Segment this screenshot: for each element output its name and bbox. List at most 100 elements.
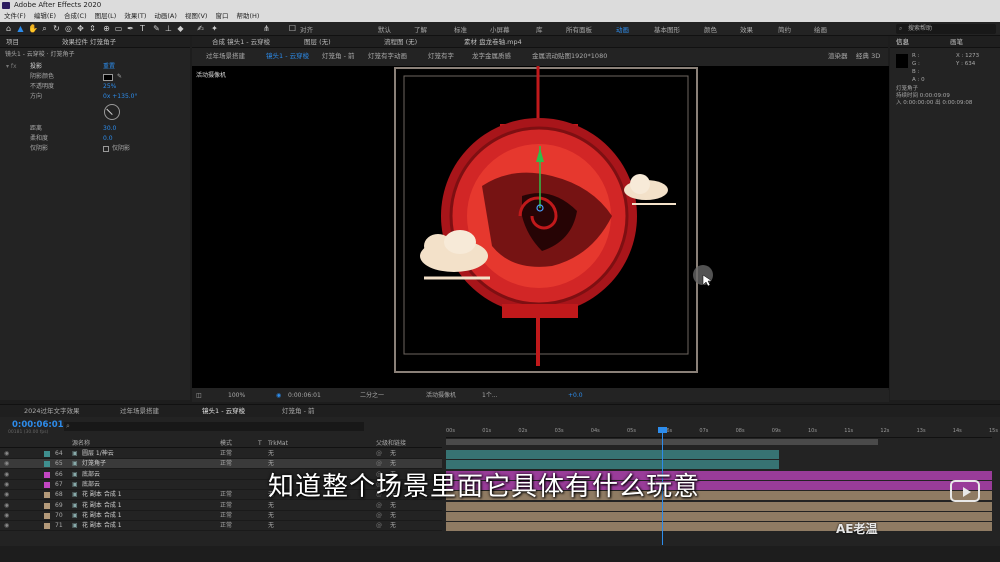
menu-view[interactable]: 视图(V): [185, 11, 208, 22]
layer-label-color[interactable]: [44, 461, 50, 468]
layer-row[interactable]: ◉ 71 ▣ 花 副本 合成 1 正常 无 @ 无: [0, 521, 442, 532]
renderer-value[interactable]: 经典 3D: [856, 49, 880, 63]
tab-info[interactable]: 信息: [896, 38, 909, 46]
col-mode[interactable]: 模式: [220, 439, 232, 448]
snap-icon[interactable]: ⋔: [262, 24, 271, 33]
menu-effect[interactable]: 效果(T): [124, 11, 146, 22]
layer-label-color[interactable]: [44, 451, 50, 457]
layer-name[interactable]: 花 副本 合成 1: [82, 521, 122, 531]
roto-brush-icon[interactable]: ✍: [196, 24, 205, 33]
workspace-paint[interactable]: 绘画: [814, 24, 827, 34]
zoom-dropdown[interactable]: 100%: [228, 390, 245, 402]
prop-opacity[interactable]: 不透明度 25%: [0, 82, 190, 92]
crumb-lantern-front[interactable]: 灯笼角 - 前: [322, 49, 354, 63]
eye-icon[interactable]: ◉: [4, 501, 9, 511]
resolution-dropdown[interactable]: 二分之一: [360, 390, 384, 402]
composition-viewer[interactable]: 活动摄像机: [192, 66, 889, 388]
layer-label-color[interactable]: [44, 523, 50, 530]
layer-trkmat[interactable]: 无: [268, 449, 274, 459]
crumb-dragon-metal[interactable]: 龙字金属质感: [472, 49, 511, 63]
clone-stamp-icon[interactable]: ⊥: [164, 24, 173, 33]
prop-value[interactable]: 25%: [103, 82, 116, 92]
tab-flowchart[interactable]: 流程图 (无): [384, 36, 417, 48]
workspace-animation[interactable]: 动画: [616, 24, 629, 34]
hand-tool-icon[interactable]: ✋: [28, 24, 38, 33]
snapshot-icon[interactable]: ◉: [276, 390, 281, 402]
eye-icon[interactable]: ◉: [4, 480, 9, 490]
eye-icon[interactable]: ◉: [4, 470, 9, 480]
rotate-tool-icon[interactable]: ↻: [52, 24, 61, 33]
layer-trkmat[interactable]: 无: [268, 511, 274, 521]
zoom-tool-icon[interactable]: ⌕: [40, 24, 49, 33]
eye-icon[interactable]: ◉: [4, 511, 9, 521]
pickwhip-icon[interactable]: @: [376, 521, 382, 531]
eraser-icon[interactable]: ◆: [176, 24, 185, 33]
menu-file[interactable]: 文件(F): [4, 11, 26, 22]
workspace-default[interactable]: 默认: [378, 24, 391, 34]
col-parent[interactable]: 父级和链接: [376, 439, 406, 448]
type-tool-icon[interactable]: T: [138, 24, 147, 33]
layer-mode[interactable]: 正常: [220, 459, 232, 469]
time-ruler[interactable]: 00s 01s 02s 03s 04s 05s 06s 07s 08s 09s 10s 11s 12s 1…: [446, 427, 998, 438]
exposure-value[interactable]: +0.0: [568, 390, 583, 402]
layer-parent[interactable]: 无: [390, 511, 396, 521]
layer-name[interactable]: 底部云: [82, 480, 100, 490]
layer-name[interactable]: 花 副本 合成 1: [82, 501, 122, 511]
always-preview-icon[interactable]: ◫: [196, 390, 202, 402]
eye-icon[interactable]: ◉: [4, 459, 9, 469]
layer-label-color[interactable]: [44, 471, 50, 478]
layer-label-color[interactable]: [44, 502, 50, 509]
workspace-color[interactable]: 颜色: [704, 24, 717, 34]
tab-comp-shot1[interactable]: 镜头1 - 云穿梭: [202, 405, 245, 417]
workspace-all-panels[interactable]: 所有面板: [566, 24, 592, 34]
layer-name[interactable]: 灯笼角子: [82, 459, 106, 469]
eye-icon[interactable]: ◉: [4, 490, 9, 500]
align-checkbox-icon[interactable]: ☐: [288, 24, 297, 33]
tab-footage[interactable]: 素材 盘龙卷轴.mp4: [464, 36, 522, 48]
eyedropper-icon[interactable]: ✎: [117, 72, 122, 82]
views-dropdown[interactable]: 1个...: [482, 390, 498, 402]
layer-mode[interactable]: 正常: [220, 511, 232, 521]
workspace-effects[interactable]: 效果: [740, 24, 753, 34]
workspace-small-screen[interactable]: 小屏幕: [490, 24, 510, 34]
puppet-pin-icon[interactable]: ✦: [210, 24, 219, 33]
reset-link[interactable]: 重置: [103, 62, 115, 72]
brush-tool-icon[interactable]: ✎: [152, 24, 161, 33]
layer-label-color[interactable]: [44, 492, 50, 499]
layer-duration-bar[interactable]: [446, 522, 992, 532]
prop-shadow-only[interactable]: 仅阴影 仅阴影: [0, 144, 190, 154]
tab-comp-lantern-front[interactable]: 灯笼角 - 前: [282, 405, 314, 417]
prop-distance[interactable]: 距离 30.0: [0, 124, 190, 134]
layer-mode[interactable]: 正常: [220, 501, 232, 511]
color-swatch[interactable]: [103, 74, 113, 81]
menu-animation[interactable]: 动画(A): [154, 11, 177, 22]
layer-name[interactable]: 圆层 1/神云: [82, 449, 114, 459]
crumb-shot1[interactable]: 镜头1 - 云穿梭: [266, 49, 309, 63]
prop-value[interactable]: 0x +135.0°: [103, 92, 137, 102]
crumb-scene[interactable]: 过年场景搭建: [206, 49, 245, 63]
menu-composition[interactable]: 合成(C): [64, 11, 87, 22]
menu-edit[interactable]: 编辑(E): [34, 11, 56, 22]
effect-row-dropshadow[interactable]: ▾ fx 投影 重置: [0, 62, 190, 72]
tab-comp-scene[interactable]: 过年场景搭建: [120, 405, 159, 417]
tab-project[interactable]: 项目: [6, 38, 19, 46]
workspace-libraries[interactable]: 库: [536, 24, 543, 34]
layer-label-color[interactable]: [44, 512, 50, 519]
search-help-input[interactable]: ⌕ 搜索帮助: [896, 24, 996, 34]
layer-name[interactable]: 花 副本 合成 1: [82, 511, 122, 521]
prop-softness[interactable]: 柔和度 0.0: [0, 134, 190, 144]
timeline-timecode[interactable]: 0:00:06:01: [12, 420, 64, 430]
eye-icon[interactable]: ◉: [4, 449, 9, 459]
workspace-standard[interactable]: 标准: [454, 24, 467, 34]
layer-mode[interactable]: 正常: [220, 521, 232, 531]
menu-layer[interactable]: 图层(L): [95, 11, 117, 22]
layer-parent[interactable]: 无: [390, 449, 396, 459]
tab-composition[interactable]: 合成 镜头1 - 云穿梭: [212, 36, 270, 48]
selection-tool-icon[interactable]: ▲: [16, 24, 25, 33]
layer-duration-bar[interactable]: [446, 450, 780, 459]
crumb-lantern-text[interactable]: 灯笼有字: [428, 49, 454, 63]
layer-mode[interactable]: 正常: [220, 490, 232, 500]
orbit-camera-icon[interactable]: ◎: [64, 24, 73, 33]
prop-value[interactable]: 30.0: [103, 124, 116, 134]
col-trkmat[interactable]: TrkMat: [268, 439, 288, 448]
